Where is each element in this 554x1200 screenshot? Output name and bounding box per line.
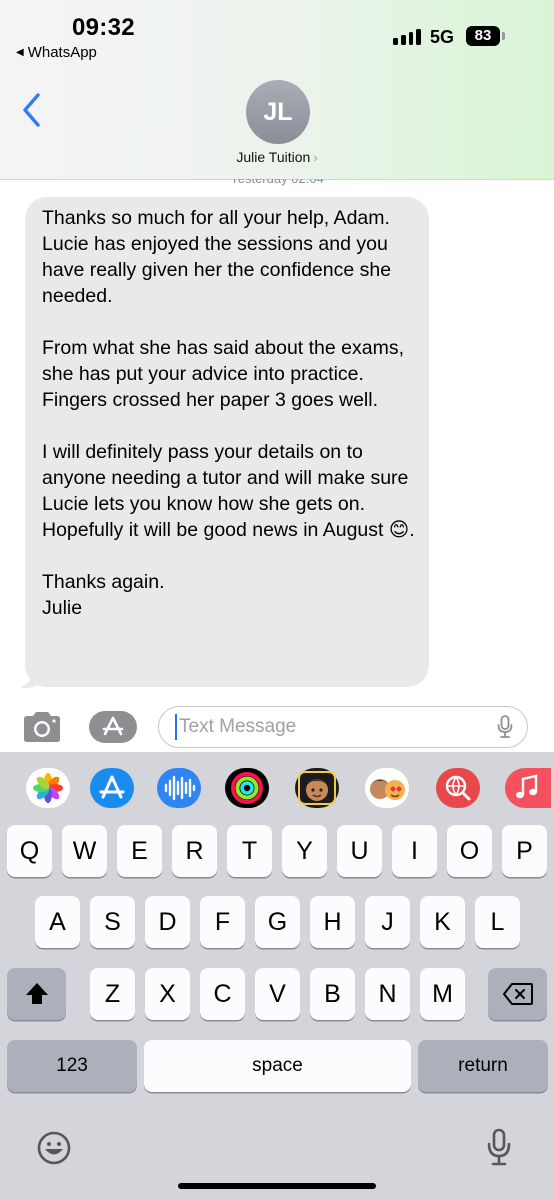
status-time: 09:32 (72, 14, 135, 41)
key-u[interactable]: U (337, 825, 382, 877)
key-z[interactable]: Z (90, 968, 135, 1020)
web-images-app-icon[interactable] (436, 768, 480, 808)
emoji-icon[interactable] (36, 1130, 72, 1166)
key-n[interactable]: N (365, 968, 410, 1020)
shift-icon (25, 983, 48, 1004)
key-d[interactable]: D (145, 896, 190, 948)
space-key[interactable]: space (144, 1040, 411, 1092)
memoji-face-glyph (298, 771, 336, 805)
app-store-icon[interactable] (89, 711, 137, 743)
key-v[interactable]: V (255, 968, 300, 1020)
key-a[interactable]: A (35, 896, 80, 948)
key-s[interactable]: S (90, 896, 135, 948)
message-paragraph: Thanks so much for all your help, Adam. … (42, 207, 392, 307)
home-indicator (178, 1183, 376, 1189)
memoji-stickers-glyph (370, 779, 405, 800)
key-j[interactable]: J (365, 896, 410, 948)
key-b[interactable]: B (310, 968, 355, 1020)
key-l[interactable]: L (475, 896, 520, 948)
key-g[interactable]: G (255, 896, 300, 948)
cellular-signal-icon (393, 27, 421, 45)
contact-name: Julie Tuition (236, 149, 311, 165)
key-c[interactable]: C (200, 968, 245, 1020)
key-i[interactable]: I (392, 825, 437, 877)
back-triangle-icon: ◀ (16, 47, 24, 58)
key-r[interactable]: R (172, 825, 217, 877)
music-app-icon[interactable] (505, 768, 551, 808)
text-caret (175, 714, 177, 740)
message-signoff: Thanks again. Julie (42, 571, 165, 619)
photos-flower-glyph (33, 773, 63, 803)
key-q[interactable]: Q (7, 825, 52, 877)
battery-cap (502, 32, 505, 40)
network-type: 5G (430, 27, 455, 47)
key-w[interactable]: W (62, 825, 107, 877)
key-x[interactable]: X (145, 968, 190, 1020)
key-k[interactable]: K (420, 896, 465, 948)
photos-app-icon[interactable] (26, 768, 70, 808)
microphone-icon[interactable] (497, 715, 513, 739)
key-f[interactable]: F (200, 896, 245, 948)
message-paragraph: From what she has said about the exams, … (42, 337, 405, 411)
app-store-glyph (102, 716, 124, 736)
key-t[interactable]: T (227, 825, 272, 877)
contact-avatar[interactable]: JL (246, 80, 310, 144)
key-h[interactable]: H (310, 896, 355, 948)
fitness-app-icon[interactable] (225, 768, 269, 808)
chevron-right-icon: › (313, 150, 318, 165)
memoji-stickers-app-icon[interactable] (365, 768, 409, 808)
battery-icon: 83 (466, 26, 500, 46)
contact-name-button[interactable]: Julie Tuition › (0, 149, 554, 165)
key-o[interactable]: O (447, 825, 492, 877)
back-chevron-icon[interactable] (20, 92, 44, 128)
key-p[interactable]: P (502, 825, 547, 877)
return-key[interactable]: return (418, 1040, 548, 1092)
dictation-icon[interactable] (486, 1128, 512, 1168)
app-store-app-icon[interactable] (90, 768, 134, 808)
numbers-key[interactable]: 123 (7, 1040, 137, 1092)
shift-key[interactable] (7, 968, 66, 1020)
message-text-field[interactable]: Text Message (158, 706, 528, 748)
camera-icon[interactable] (21, 710, 63, 744)
music-note-glyph (516, 774, 538, 799)
app-store-a-glyph (99, 775, 125, 799)
key-e[interactable]: E (117, 825, 162, 877)
waveform-glyph (164, 775, 196, 801)
conversation-header: 09:32 ◀ WhatsApp 5G 83 JL Julie Tuition › (0, 0, 554, 180)
back-app-label: WhatsApp (27, 44, 97, 61)
globe-search-glyph (445, 775, 471, 801)
text-field-placeholder: Text Message (179, 716, 297, 737)
backspace-key[interactable] (488, 968, 547, 1020)
key-y[interactable]: Y (282, 825, 327, 877)
message-paragraph: I will definitely pass your details on t… (42, 441, 415, 541)
backspace-icon (502, 983, 533, 1005)
memoji-app-icon[interactable] (295, 768, 339, 808)
audio-message-app-icon[interactable] (157, 768, 201, 808)
key-m[interactable]: M (420, 968, 465, 1020)
incoming-message-bubble[interactable]: Thanks so much for all your help, Adam. … (25, 197, 429, 687)
back-to-app-link[interactable]: ◀ WhatsApp (16, 44, 97, 61)
activity-rings-glyph (231, 772, 263, 804)
